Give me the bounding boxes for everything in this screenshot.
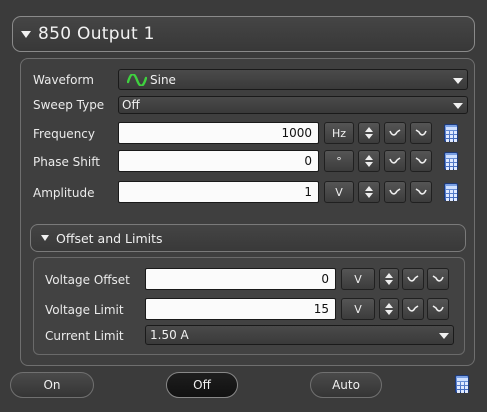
collapse-arrow-icon[interactable] xyxy=(41,235,49,241)
amplitude-input[interactable]: 1 xyxy=(118,181,319,203)
calculator-icon xyxy=(444,124,458,142)
voltage-limit-increase-button[interactable] xyxy=(427,298,449,320)
voltage-offset-decrease-button[interactable] xyxy=(402,268,424,290)
arrow-down-icon xyxy=(385,280,393,285)
voltage-offset-stepper[interactable] xyxy=(379,268,399,290)
frequency-unit-button[interactable]: Hz xyxy=(324,122,354,144)
phase-shift-input[interactable]: 0 xyxy=(118,150,319,172)
offset-limits-title: Offset and Limits xyxy=(56,230,163,246)
amplitude-label: Amplitude xyxy=(33,186,95,200)
voltage-offset-increase-button[interactable] xyxy=(427,268,449,290)
arrow-up-icon xyxy=(365,155,373,160)
curve-up-icon xyxy=(415,188,427,195)
phase-shift-label: Phase Shift xyxy=(33,155,100,169)
amplitude-stepper[interactable] xyxy=(358,181,380,203)
frequency-decrease-button[interactable] xyxy=(384,122,406,144)
waveform-label: Waveform xyxy=(33,73,94,87)
phase-stepper[interactable] xyxy=(358,150,380,172)
voltage-offset-input[interactable]: 0 xyxy=(145,268,336,290)
arrow-up-icon xyxy=(385,303,393,308)
sweep-type-value: Off xyxy=(122,98,140,112)
chevron-down-icon xyxy=(439,333,449,339)
waveform-value: Sine xyxy=(150,72,176,87)
phase-increase-button[interactable] xyxy=(410,150,432,172)
curve-down-icon xyxy=(389,129,401,136)
output-calculator-button[interactable] xyxy=(455,375,469,393)
sweep-type-select[interactable]: Off xyxy=(118,96,468,114)
arrow-up-icon xyxy=(365,127,373,132)
auto-button[interactable]: Auto xyxy=(310,372,382,398)
voltage-limit-label: Voltage Limit xyxy=(45,303,124,317)
curve-down-icon xyxy=(389,157,401,164)
current-limit-select[interactable]: 1.50 A xyxy=(145,325,454,345)
phase-unit-button[interactable]: ° xyxy=(324,150,354,172)
frequency-increase-button[interactable] xyxy=(410,122,432,144)
frequency-label: Frequency xyxy=(33,127,95,141)
arrow-down-icon xyxy=(365,162,373,167)
voltage-limit-unit-button[interactable]: V xyxy=(341,298,375,320)
curve-up-icon xyxy=(415,157,427,164)
voltage-limit-stepper[interactable] xyxy=(379,298,399,320)
chevron-down-icon xyxy=(453,77,463,84)
curve-up-icon xyxy=(432,305,444,312)
curve-up-icon xyxy=(415,129,427,136)
phase-calculator-button[interactable] xyxy=(444,152,458,170)
output-header[interactable]: 850 Output 1 xyxy=(12,16,475,52)
amplitude-calculator-button[interactable] xyxy=(444,183,458,201)
arrow-down-icon xyxy=(365,193,373,198)
calculator-icon xyxy=(455,375,469,393)
phase-decrease-button[interactable] xyxy=(384,150,406,172)
current-limit-label: Current Limit xyxy=(45,329,124,343)
frequency-stepper[interactable] xyxy=(358,122,380,144)
sine-wave-icon xyxy=(127,73,147,86)
voltage-offset-label: Voltage Offset xyxy=(45,273,130,287)
curve-down-icon xyxy=(407,275,419,282)
calculator-icon xyxy=(444,152,458,170)
frequency-calculator-button[interactable] xyxy=(444,124,458,142)
voltage-offset-unit-button[interactable]: V xyxy=(341,268,375,290)
off-button[interactable]: Off xyxy=(166,372,238,398)
voltage-limit-decrease-button[interactable] xyxy=(402,298,424,320)
amplitude-increase-button[interactable] xyxy=(410,181,432,203)
calculator-icon xyxy=(444,183,458,201)
panel-title: 850 Output 1 xyxy=(38,24,155,44)
frequency-input[interactable]: 1000 xyxy=(118,122,319,144)
chevron-down-icon xyxy=(453,103,463,109)
voltage-limit-input[interactable]: 15 xyxy=(145,298,336,320)
amplitude-unit-button[interactable]: V xyxy=(324,181,354,203)
current-limit-value: 1.50 A xyxy=(150,328,189,342)
collapse-arrow-icon[interactable] xyxy=(21,30,31,38)
arrow-up-icon xyxy=(385,273,393,278)
arrow-down-icon xyxy=(385,310,393,315)
curve-up-icon xyxy=(432,275,444,282)
arrow-up-icon xyxy=(365,186,373,191)
arrow-down-icon xyxy=(365,134,373,139)
on-button[interactable]: On xyxy=(10,372,94,398)
curve-down-icon xyxy=(407,305,419,312)
offset-limits-header[interactable]: Offset and Limits xyxy=(30,224,466,252)
waveform-select[interactable]: Sine xyxy=(118,69,468,90)
curve-down-icon xyxy=(389,188,401,195)
sweep-type-label: Sweep Type xyxy=(33,98,105,112)
amplitude-decrease-button[interactable] xyxy=(384,181,406,203)
